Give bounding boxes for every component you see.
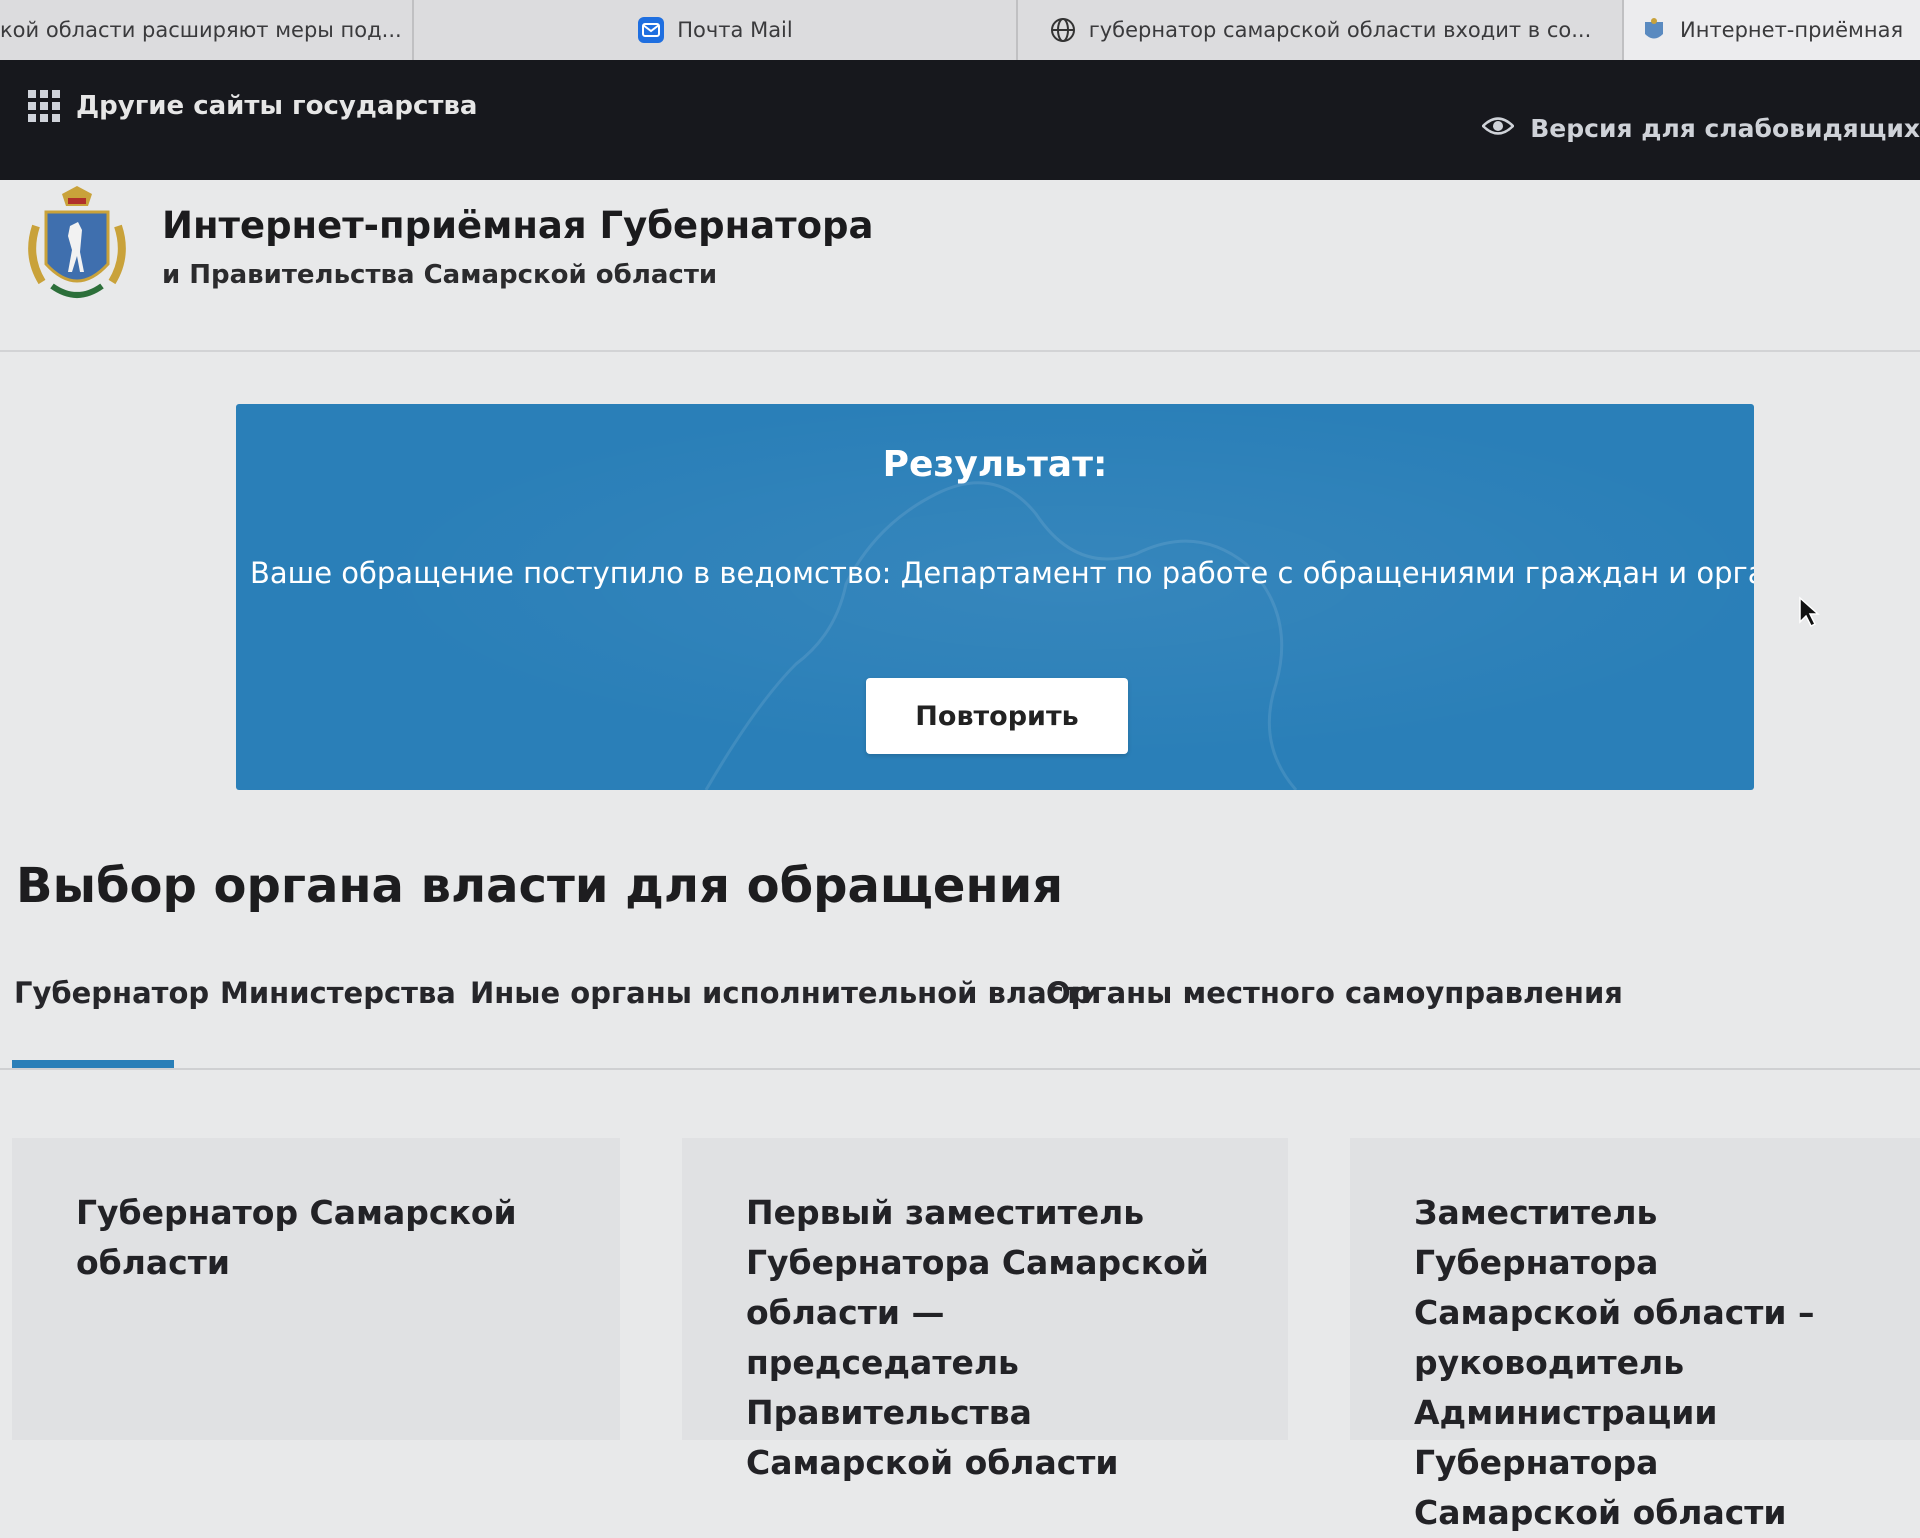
tab-local-self-government[interactable]: Органы местного самоуправления bbox=[1046, 976, 1623, 1010]
authority-card-governor[interactable]: Губернатор Самарской области bbox=[12, 1138, 620, 1440]
browser-tab[interactable]: Почта Mail bbox=[414, 0, 1018, 60]
browser-tab[interactable]: губернатор самарской области входит в со… bbox=[1018, 0, 1624, 60]
browser-tab[interactable]: кой области расширяют меры под... bbox=[0, 0, 414, 60]
site-header: Интернет-приёмная Губернатора и Правител… bbox=[0, 180, 1920, 352]
result-message: Ваше обращение поступило в ведомство: Де… bbox=[250, 556, 1754, 590]
emblem-favicon-icon bbox=[1640, 16, 1668, 44]
result-banner: Результат: Ваше обращение поступило в ве… bbox=[236, 404, 1754, 790]
accessibility-link[interactable]: Версия для слабовидящих bbox=[1481, 114, 1920, 143]
active-tab-indicator bbox=[12, 1060, 174, 1068]
tab-other-executive-bodies[interactable]: Иные органы исполнительной власти bbox=[470, 976, 1101, 1010]
eye-icon bbox=[1481, 114, 1516, 143]
browser-tab-title: кой области расширяют меры под... bbox=[0, 18, 402, 42]
section-title: Выбор органа власти для обращения bbox=[16, 858, 1064, 914]
browser-tab-title: губернатор самарской области входит в со… bbox=[1088, 18, 1592, 42]
gov-top-bar: Другие сайты государства Версия для слаб… bbox=[0, 60, 1920, 180]
result-title: Результат: bbox=[882, 444, 1108, 485]
retry-button[interactable]: Повторить bbox=[866, 678, 1128, 754]
mouse-cursor-icon bbox=[1799, 596, 1820, 628]
site-title: Интернет-приёмная Губернатора bbox=[162, 204, 874, 247]
authority-card-first-deputy[interactable]: Первый заместитель Губернатора Самарской… bbox=[682, 1138, 1288, 1482]
other-sites-link[interactable]: Другие сайты государства bbox=[28, 90, 477, 122]
mail-icon bbox=[637, 16, 665, 44]
browser-tab-strip: кой области расширяют меры под... Почта … bbox=[0, 0, 1920, 61]
browser-tab-active[interactable]: Интернет-приёмная bbox=[1624, 0, 1920, 60]
authority-card-label: Губернатор Самарской области bbox=[76, 1193, 517, 1282]
authority-card-label: Заместитель Губернатора Самарской област… bbox=[1414, 1193, 1815, 1532]
globe-icon bbox=[1049, 16, 1077, 44]
browser-tab-title: Почта Mail bbox=[677, 18, 793, 42]
tab-ministries[interactable]: Министерства bbox=[220, 976, 456, 1010]
site-subtitle: и Правительства Самарской области bbox=[162, 260, 718, 290]
other-sites-label: Другие сайты государства bbox=[76, 91, 478, 121]
apps-grid-icon bbox=[28, 90, 60, 122]
authority-card-deputy-head-administration[interactable]: Заместитель Губернатора Самарской област… bbox=[1350, 1138, 1920, 1532]
samara-emblem-logo[interactable] bbox=[22, 186, 132, 304]
accessibility-label: Версия для слабовидящих bbox=[1530, 114, 1920, 143]
authority-card-label: Первый заместитель Губернатора Самарской… bbox=[746, 1193, 1209, 1482]
browser-tab-title: Интернет-приёмная bbox=[1680, 18, 1904, 42]
tab-governor[interactable]: Губернатор bbox=[14, 976, 209, 1010]
authority-tabs: Губернатор Министерства Иные органы испо… bbox=[0, 960, 1920, 1070]
